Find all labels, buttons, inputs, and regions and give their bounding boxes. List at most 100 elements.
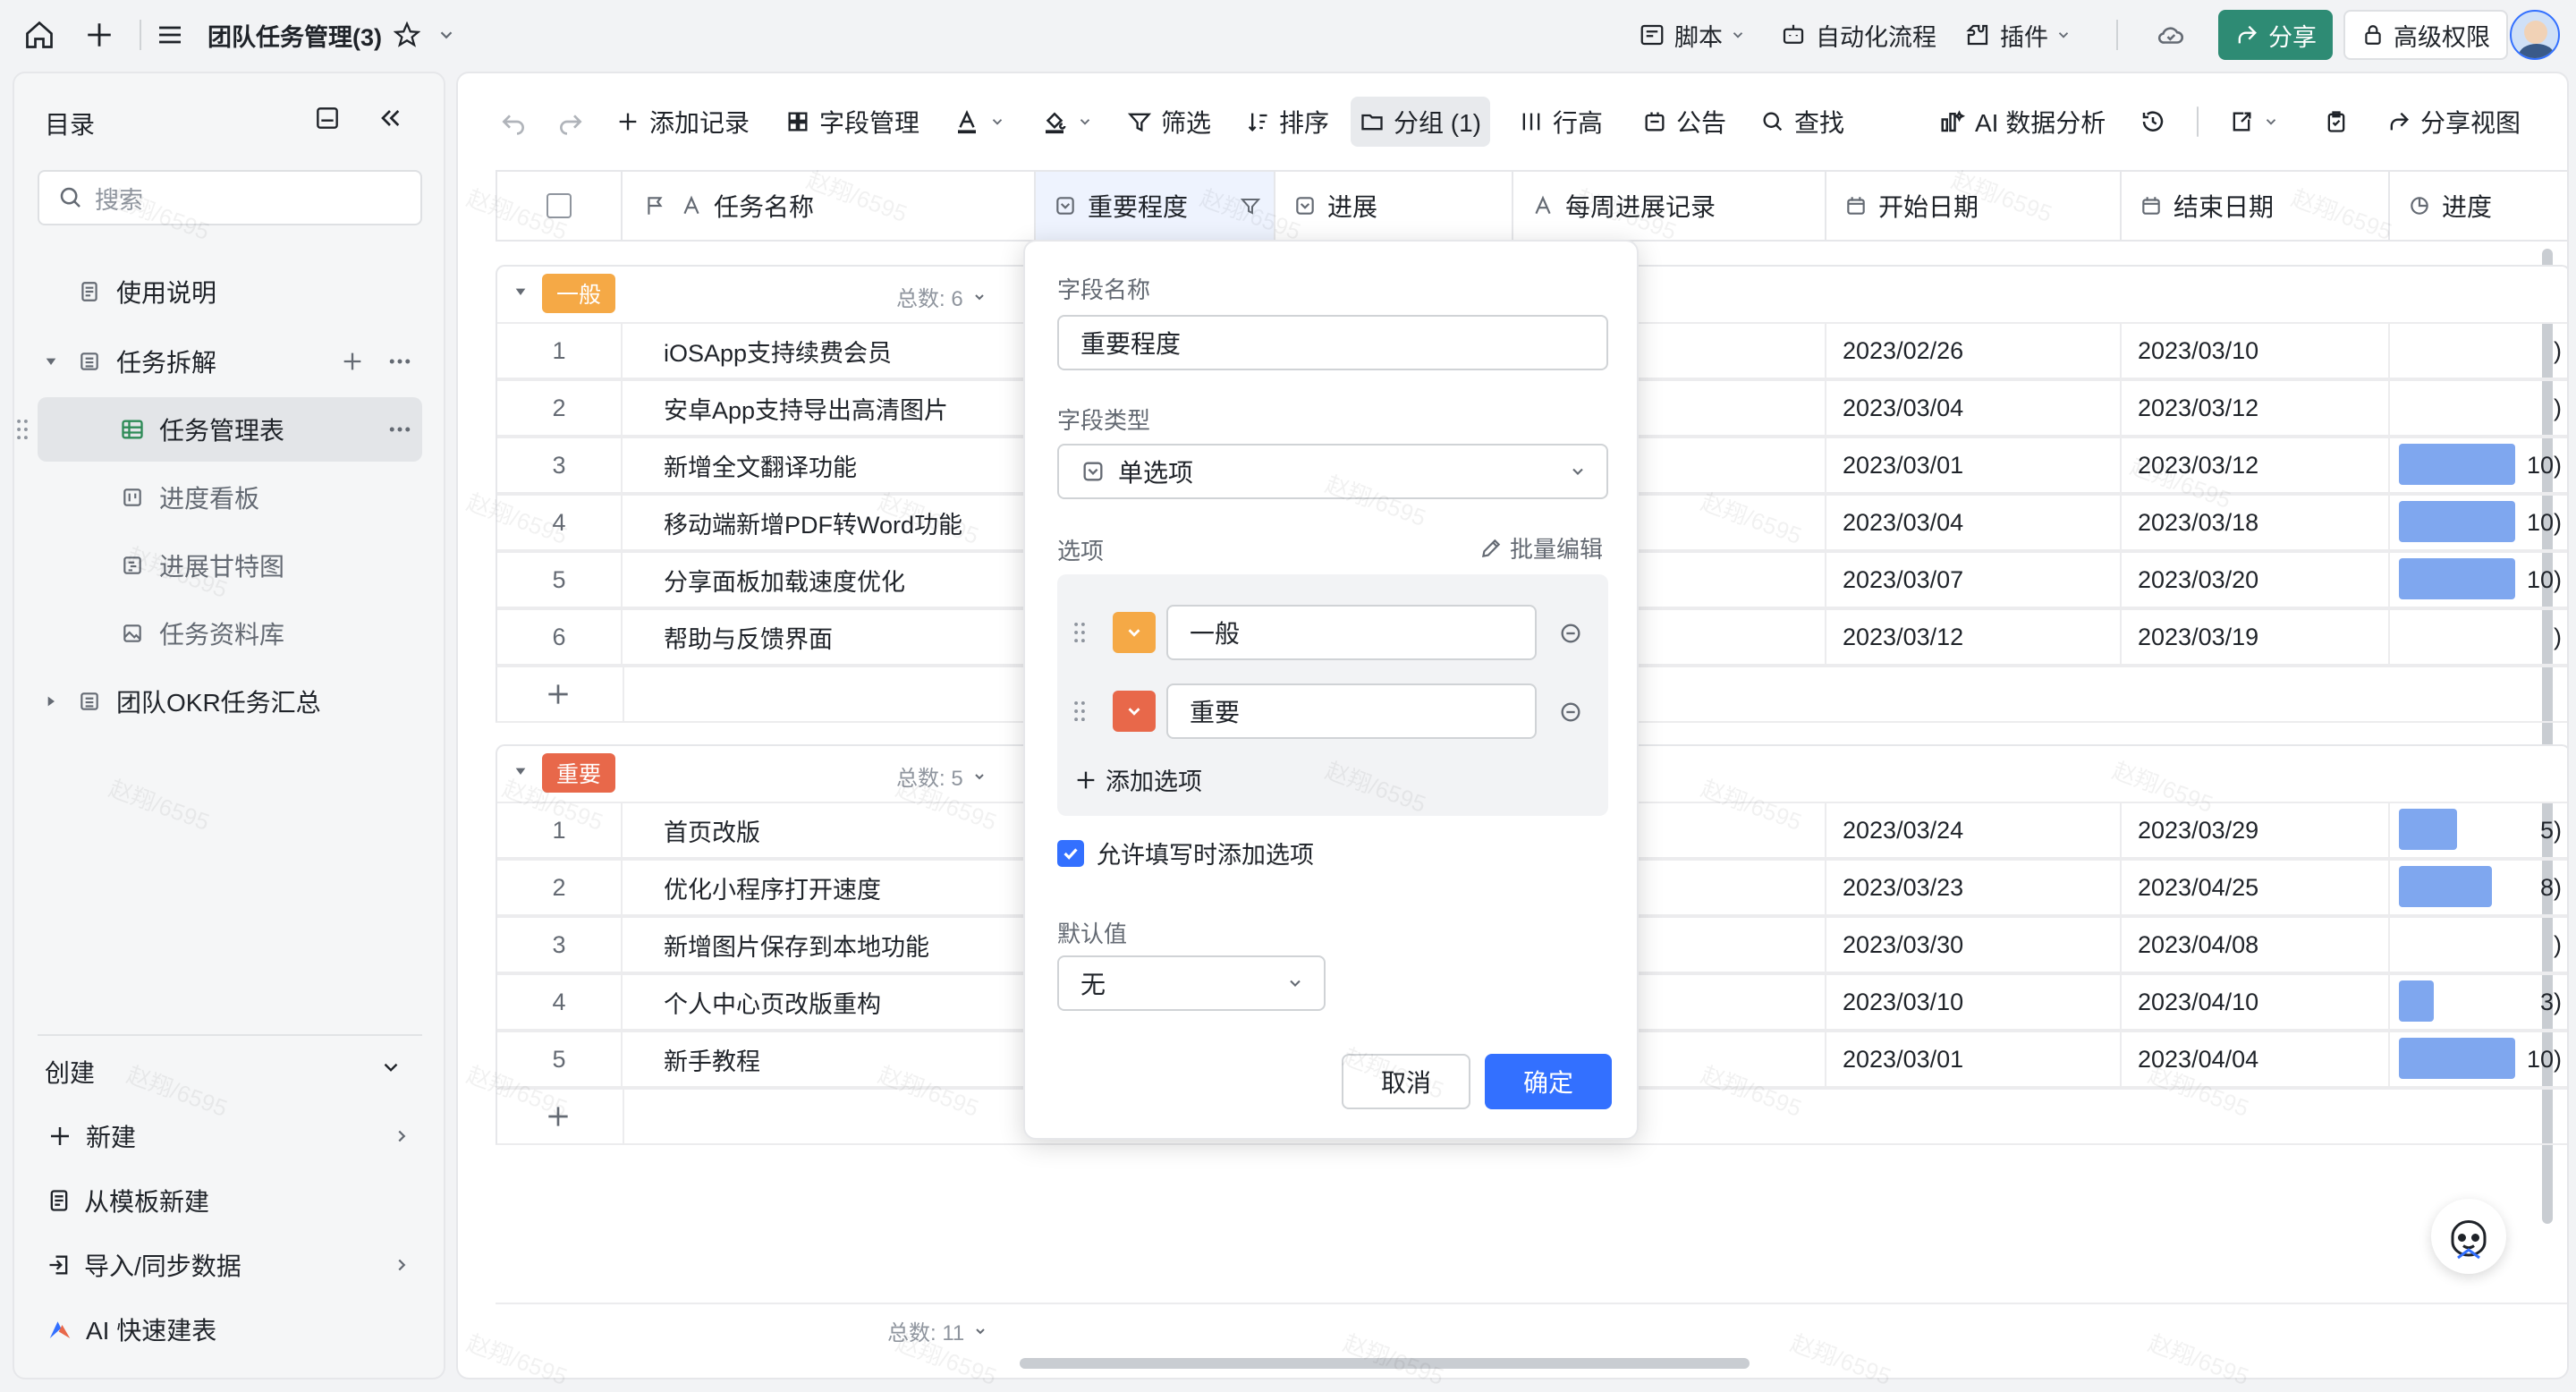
add-icon[interactable]: [84, 0, 114, 70]
cancel-button[interactable]: 取消: [1342, 1054, 1470, 1109]
notice-button[interactable]: 公告: [1633, 97, 1735, 147]
add-record-button[interactable]: 添加记录: [606, 97, 758, 147]
progress-cell[interactable]: ): [2390, 379, 2567, 437]
sort-button[interactable]: 排序: [1236, 97, 1338, 147]
row-index-cell[interactable]: 5: [496, 1031, 623, 1088]
start-date-cell[interactable]: 2023/03/01: [1826, 1031, 2122, 1088]
option-color-picker[interactable]: [1113, 612, 1156, 653]
row-index-cell[interactable]: 4: [496, 973, 623, 1031]
task-name-cell[interactable]: iOSApp支持续费会员: [623, 322, 1036, 379]
row-index-cell[interactable]: 2: [496, 859, 623, 916]
more-icon[interactable]: [386, 348, 413, 375]
task-name-cell[interactable]: 新增图片保存到本地功能: [623, 916, 1036, 973]
progress-cell[interactable]: 8): [2390, 859, 2567, 916]
total-count[interactable]: 总数: 11: [887, 1315, 987, 1346]
group-count[interactable]: 总数: 5: [896, 760, 987, 792]
column-header-start-date[interactable]: 开始日期: [1826, 170, 2122, 242]
column-header-progress-status[interactable]: 进展: [1275, 170, 1513, 242]
share-view-button[interactable]: 分享视图: [2377, 97, 2529, 147]
progress-cell[interactable]: ): [2390, 322, 2567, 379]
drag-handle-icon[interactable]: [1073, 621, 1086, 644]
group-count[interactable]: 总数: 6: [896, 281, 987, 312]
remove-option-icon[interactable]: [1558, 621, 1583, 646]
chevron-down-icon[interactable]: [436, 0, 456, 70]
task-name-cell[interactable]: 优化小程序打开速度: [623, 859, 1036, 916]
start-date-cell[interactable]: 2023/03/23: [1826, 859, 2122, 916]
row-index-cell[interactable]: 3: [496, 916, 623, 973]
task-name-cell[interactable]: 移动端新增PDF转Word功能: [623, 494, 1036, 551]
end-date-cell[interactable]: 2023/04/04: [2122, 1031, 2390, 1088]
option-color-picker[interactable]: [1113, 691, 1156, 732]
column-header-task-name[interactable]: 任务名称: [623, 170, 1036, 242]
progress-cell[interactable]: ): [2390, 608, 2567, 666]
column-header-importance[interactable]: 重要程度: [1036, 170, 1275, 242]
start-date-cell[interactable]: 2023/03/24: [1826, 802, 2122, 859]
start-date-cell[interactable]: 2023/03/10: [1826, 973, 2122, 1031]
option-input[interactable]: 一般: [1166, 605, 1537, 660]
progress-cell[interactable]: 10): [2390, 1031, 2567, 1088]
default-value-select[interactable]: 无: [1057, 955, 1326, 1011]
undo-icon[interactable]: [490, 97, 537, 147]
remove-option-icon[interactable]: [1558, 700, 1583, 725]
row-index-cell[interactable]: 3: [496, 437, 623, 494]
group-button[interactable]: 分组 (1): [1351, 97, 1491, 147]
plugins-menu[interactable]: 插件: [1964, 0, 2072, 70]
doc-title[interactable]: 团队任务管理(3): [208, 0, 382, 70]
filter-button[interactable]: 筛选: [1118, 97, 1220, 147]
task-name-cell[interactable]: 安卓App支持导出高清图片: [623, 379, 1036, 437]
assistant-bot-icon[interactable]: [2431, 1199, 2506, 1274]
row-index-cell[interactable]: 6: [496, 608, 623, 666]
avatar[interactable]: [2510, 0, 2560, 70]
import-sync-item[interactable]: 导入/同步数据: [38, 1233, 422, 1297]
batch-edit-button[interactable]: 批量编辑: [1479, 531, 1603, 564]
start-date-cell[interactable]: 2023/02/26: [1826, 322, 2122, 379]
sidebar-item-okr[interactable]: 团队OKR任务汇总: [38, 669, 422, 734]
start-date-cell[interactable]: 2023/03/01: [1826, 437, 2122, 494]
fill-color-button[interactable]: [1032, 97, 1102, 147]
option-input[interactable]: 重要: [1166, 683, 1537, 739]
end-date-cell[interactable]: 2023/03/10: [2122, 322, 2390, 379]
end-date-cell[interactable]: 2023/04/25: [2122, 859, 2390, 916]
row-height-button[interactable]: 行高: [1510, 97, 1612, 147]
start-date-cell[interactable]: 2023/03/04: [1826, 379, 2122, 437]
home-icon[interactable]: [23, 0, 55, 70]
add-icon[interactable]: [340, 349, 365, 374]
end-date-cell[interactable]: 2023/03/18: [2122, 494, 2390, 551]
sidebar-item-task-table[interactable]: 任务管理表: [17, 397, 422, 462]
field-manage-button[interactable]: 字段管理: [776, 97, 928, 147]
text-color-button[interactable]: [945, 97, 1014, 147]
end-date-cell[interactable]: 2023/03/19: [2122, 608, 2390, 666]
share-button[interactable]: 分享: [2218, 10, 2333, 60]
task-name-cell[interactable]: 个人中心页改版重构: [623, 973, 1036, 1031]
history-icon[interactable]: [2131, 97, 2175, 147]
double-chevron-left-icon[interactable]: [376, 104, 404, 132]
star-icon[interactable]: [394, 0, 420, 70]
row-index-cell[interactable]: 1: [496, 322, 623, 379]
end-date-cell[interactable]: 2023/04/08: [2122, 916, 2390, 973]
end-date-cell[interactable]: 2023/03/12: [2122, 437, 2390, 494]
start-date-cell[interactable]: 2023/03/30: [1826, 916, 2122, 973]
redo-icon[interactable]: [547, 97, 594, 147]
progress-cell[interactable]: 10): [2390, 437, 2567, 494]
drag-handle-icon[interactable]: [16, 418, 29, 441]
start-date-cell[interactable]: 2023/03/04: [1826, 494, 2122, 551]
sidebar-item-instructions[interactable]: 使用说明: [38, 259, 422, 324]
advanced-permission-button[interactable]: 高级权限: [2343, 10, 2508, 60]
progress-cell[interactable]: 10): [2390, 494, 2567, 551]
clipboard-icon[interactable]: [2315, 97, 2358, 147]
allow-add-option-checkbox[interactable]: 允许填写时添加选项: [1057, 836, 1314, 870]
collapse-panel-icon[interactable]: [313, 104, 342, 132]
progress-cell[interactable]: 5): [2390, 802, 2567, 859]
start-date-cell[interactable]: 2023/03/12: [1826, 608, 2122, 666]
cloud-saved-icon[interactable]: [2156, 0, 2186, 70]
row-index-cell[interactable]: 1: [496, 802, 623, 859]
progress-cell[interactable]: 3): [2390, 973, 2567, 1031]
field-type-select[interactable]: 单选项: [1057, 444, 1608, 499]
automation-button[interactable]: 自动化流程: [1780, 0, 1936, 70]
task-name-cell[interactable]: 新手教程: [623, 1031, 1036, 1088]
end-date-cell[interactable]: 2023/03/12: [2122, 379, 2390, 437]
task-name-cell[interactable]: 新增全文翻译功能: [623, 437, 1036, 494]
create-from-template-item[interactable]: 从模板新建: [38, 1168, 422, 1233]
end-date-cell[interactable]: 2023/03/20: [2122, 551, 2390, 608]
column-header-progress[interactable]: 进度: [2390, 170, 2567, 242]
